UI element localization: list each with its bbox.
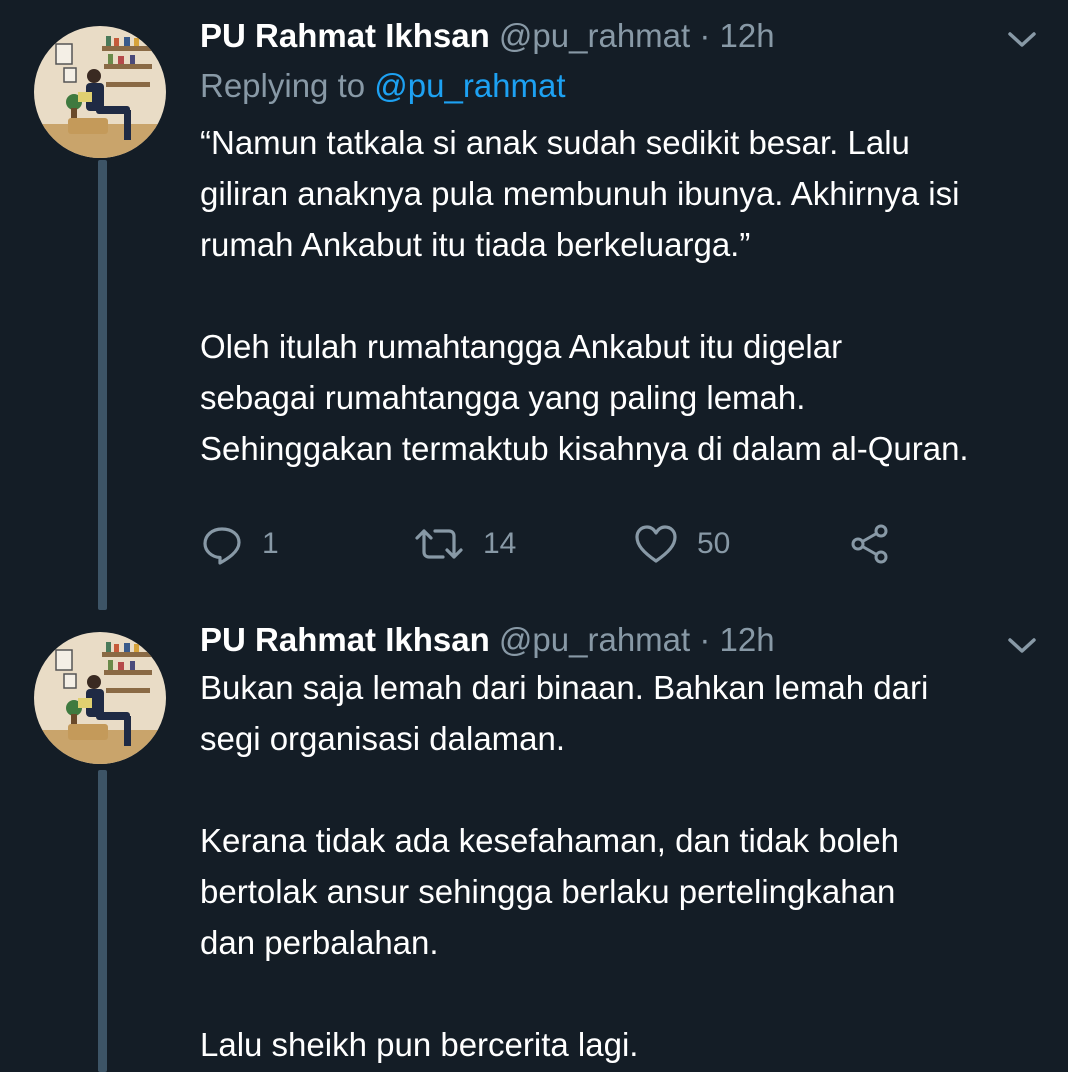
author-name[interactable]: PU Rahmat Ikhsan [200,17,490,54]
text-line: giliran anaknya pula membunuh ibunya. Ak… [200,175,960,212]
replying-to: Replying to @pu_rahmat [200,66,566,106]
text-line: segi organisasi dalaman. [200,720,566,757]
chevron-down-icon[interactable] [1004,28,1040,52]
like-icon [635,525,677,563]
tweet-header: PU Rahmat Ikhsan @pu_rahmat · 12h [200,16,775,56]
avatar-photo [34,26,166,158]
reply-count: 1 [262,527,279,560]
avatar[interactable] [34,632,166,764]
text-line: dan perbalahan. [200,924,439,961]
tweet-actions: 1 14 50 [200,522,960,566]
text-line: rumah Ankabut itu tiada berkeluarga.” [200,226,751,263]
share-button[interactable] [848,522,892,566]
retweet-count: 14 [483,527,517,560]
text-line: “Namun tatkala si anak sudah sedikit bes… [200,124,910,161]
chevron-down-icon[interactable] [1004,634,1040,658]
reply-button[interactable]: 1 [200,522,279,566]
author-handle[interactable]: @pu_rahmat [499,621,690,658]
replying-to-label: Replying to [200,67,366,104]
tweet-text: Bukan saja lemah dari binaan. Bahkan lem… [200,662,928,1070]
timestamp[interactable]: 12h [720,621,775,658]
text-line: bertolak ansur sehingga berlaku pertelin… [200,873,896,910]
separator-dot: · [699,17,711,54]
tweet-text: “Namun tatkala si anak sudah sedikit bes… [200,117,969,474]
retweet-icon [415,529,463,559]
author-name[interactable]: PU Rahmat Ikhsan [200,621,490,658]
avatar[interactable] [34,26,166,158]
text-line: Lalu sheikh pun bercerita lagi. [200,1026,639,1063]
author-handle[interactable]: @pu_rahmat [499,17,690,54]
text-line: Oleh itulah rumahtangga Ankabut itu dige… [200,328,843,365]
avatar-photo [34,632,166,764]
separator-dot: · [699,621,711,658]
text-line: Sehinggakan termaktub kisahnya di dalam … [200,430,969,467]
like-button[interactable]: 50 [633,522,730,566]
text-line: Kerana tidak ada kesefahaman, dan tidak … [200,822,899,859]
tweet: PU Rahmat Ikhsan @pu_rahmat · 12h Bukan … [0,600,1068,1072]
tweet: PU Rahmat Ikhsan @pu_rahmat · 12h Replyi… [0,0,1068,600]
text-line: sebagai rumahtangga yang paling lemah. [200,379,806,416]
share-icon [851,524,888,564]
like-count: 50 [697,527,731,560]
text-line: Bukan saja lemah dari binaan. Bahkan lem… [200,669,929,706]
replying-to-mention[interactable]: @pu_rahmat [374,67,565,104]
retweet-button[interactable]: 14 [413,522,516,566]
reply-icon [203,527,241,565]
tweet-header: PU Rahmat Ikhsan @pu_rahmat · 12h [200,620,775,660]
timestamp[interactable]: 12h [720,17,775,54]
